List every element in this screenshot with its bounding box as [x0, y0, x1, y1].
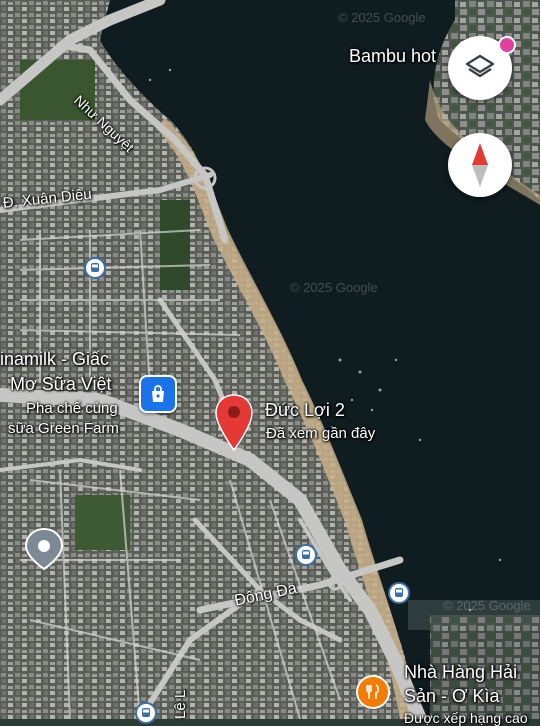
- bus-stop-icon[interactable]: [84, 257, 106, 279]
- vinamilk-sub-line1: Pha chế cùng: [26, 400, 118, 417]
- map-watermark: © 2025 Google: [338, 10, 426, 25]
- bus-stop-icon[interactable]: [295, 544, 317, 566]
- bus-stop-icon[interactable]: [388, 582, 410, 604]
- map-watermark-3: © 2025 Google: [443, 598, 531, 613]
- bus-stop-icon[interactable]: [135, 702, 157, 724]
- restaurant-label-line2[interactable]: Sản - Ơ Kìa: [404, 686, 499, 707]
- vinamilk-sub-line2: sữa Green Farm: [8, 420, 119, 437]
- bambu-hotel-label[interactable]: Bambu hot: [349, 46, 436, 67]
- vinamilk-label-line2[interactable]: Mơ Sữa Việt: [10, 374, 112, 395]
- restaurant-label-line1[interactable]: Nhà Hàng Hải: [404, 662, 517, 683]
- pin-place-name[interactable]: Đức Lợi 2: [265, 400, 345, 421]
- map-watermark-2: © 2025 Google: [290, 280, 378, 295]
- vinamilk-label-line1[interactable]: inamilk - Giấc: [0, 349, 109, 370]
- compass-button[interactable]: [448, 133, 512, 197]
- layers-icon: [464, 52, 496, 84]
- pin-place-status: Đã xem gần đây: [266, 425, 376, 442]
- restaurant-icon[interactable]: [356, 675, 390, 709]
- place-marker-icon[interactable]: [24, 527, 64, 571]
- compass-icon: [470, 142, 490, 188]
- layers-badge: [498, 36, 516, 54]
- location-pin-icon[interactable]: [214, 393, 254, 453]
- restaurant-sub-label: Được xếp hạng cao: [404, 710, 528, 726]
- shopping-bag-icon[interactable]: [139, 375, 177, 413]
- le-street-label: Lê L: [172, 689, 189, 719]
